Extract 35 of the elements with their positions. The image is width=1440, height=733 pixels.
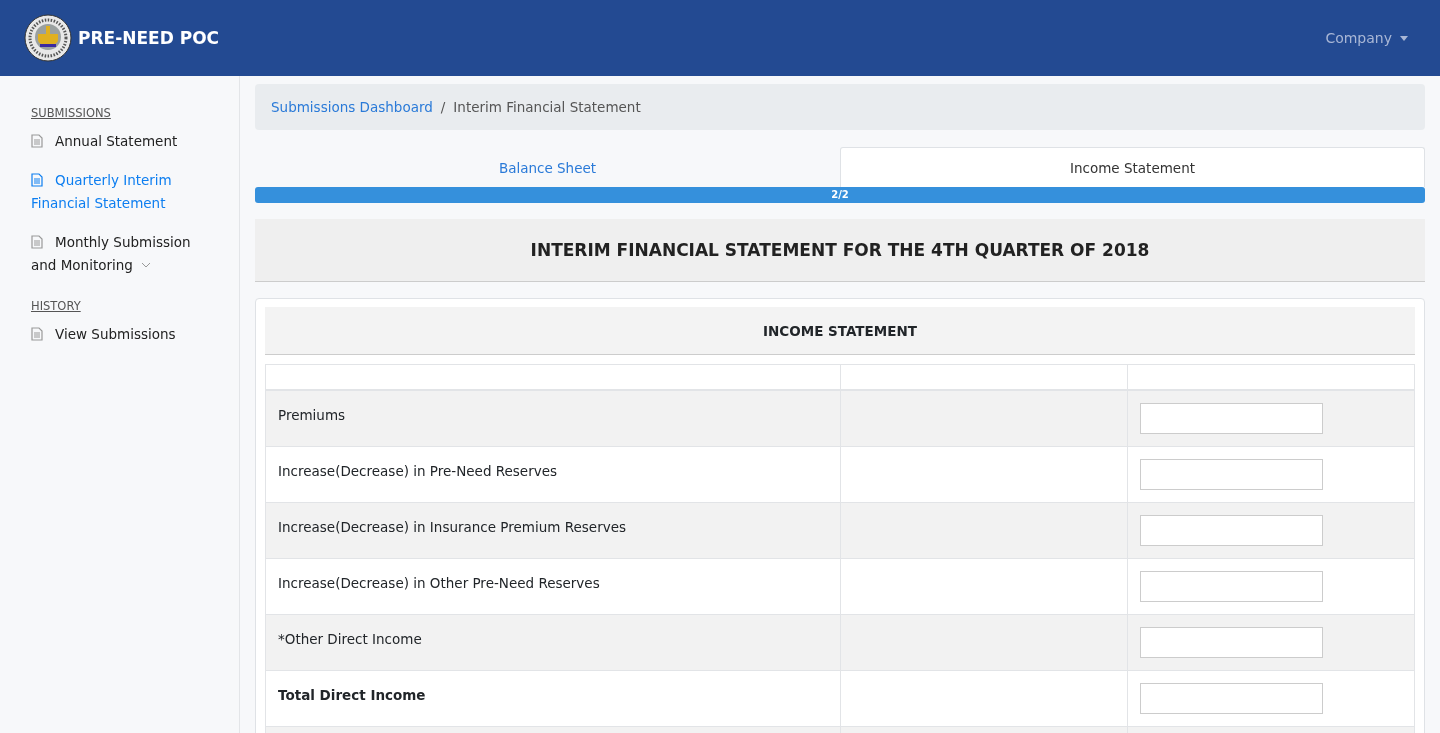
section-heading: SUBMISSIONS xyxy=(31,106,112,120)
amount-input[interactable] xyxy=(1139,403,1323,434)
document-icon xyxy=(31,235,43,249)
chevron-down-icon xyxy=(140,262,151,268)
amount-input[interactable] xyxy=(1139,683,1323,714)
row-label: Increase(Decrease) in Insurance Premium Reserves xyxy=(265,502,840,559)
row-label: *Other Direct Income xyxy=(265,614,840,671)
row-label: Premiums xyxy=(265,390,840,447)
statement-title: INTERIM FINANCIAL STATEMENT FOR THE 4TH QUARTER OF 2018 xyxy=(255,219,1425,282)
seal-logo-icon xyxy=(24,14,72,62)
breadcrumb-link[interactable]: Submissions Dashboard xyxy=(271,99,433,115)
row-label: Increase(Decrease) in Other Pre-Need Reserves xyxy=(265,558,840,615)
sidebar-item[interactable]: Monthly Submission and Monitoring xyxy=(31,231,219,277)
progress-fill: 2/2 xyxy=(255,187,1425,203)
app-title[interactable]: PRE-NEED POC xyxy=(78,28,220,48)
card-heading: INCOME STATEMENT xyxy=(265,307,1415,355)
amount-input[interactable] xyxy=(1139,459,1323,490)
sidebar-item[interactable]: View Submissions xyxy=(31,323,219,346)
sidebar-item[interactable]: Annual Statement xyxy=(31,130,219,153)
amount-input[interactable] xyxy=(1139,571,1323,602)
row-label: Increase(Decrease) in Pre-Need Reserves xyxy=(265,446,840,503)
step-tab[interactable]: Income Statement xyxy=(840,147,1425,187)
caret-icon xyxy=(1400,35,1408,41)
sidebar-item[interactable]: Quarterly Interim Financial Statement xyxy=(31,169,219,215)
section-heading: HISTORY xyxy=(31,299,82,313)
breadcrumb-separator: / xyxy=(440,99,446,115)
document-icon xyxy=(31,327,43,341)
row-label: Total Direct Income xyxy=(265,670,840,727)
amount-input[interactable] xyxy=(1139,627,1323,658)
document-icon xyxy=(31,173,43,187)
document-icon xyxy=(31,134,43,148)
step-tab[interactable]: Balance Sheet xyxy=(255,147,840,187)
breadcrumb-current: Interim Financial Statement xyxy=(453,99,641,115)
amount-input[interactable] xyxy=(1139,515,1323,546)
company-dropdown[interactable]: Company xyxy=(1317,30,1416,46)
